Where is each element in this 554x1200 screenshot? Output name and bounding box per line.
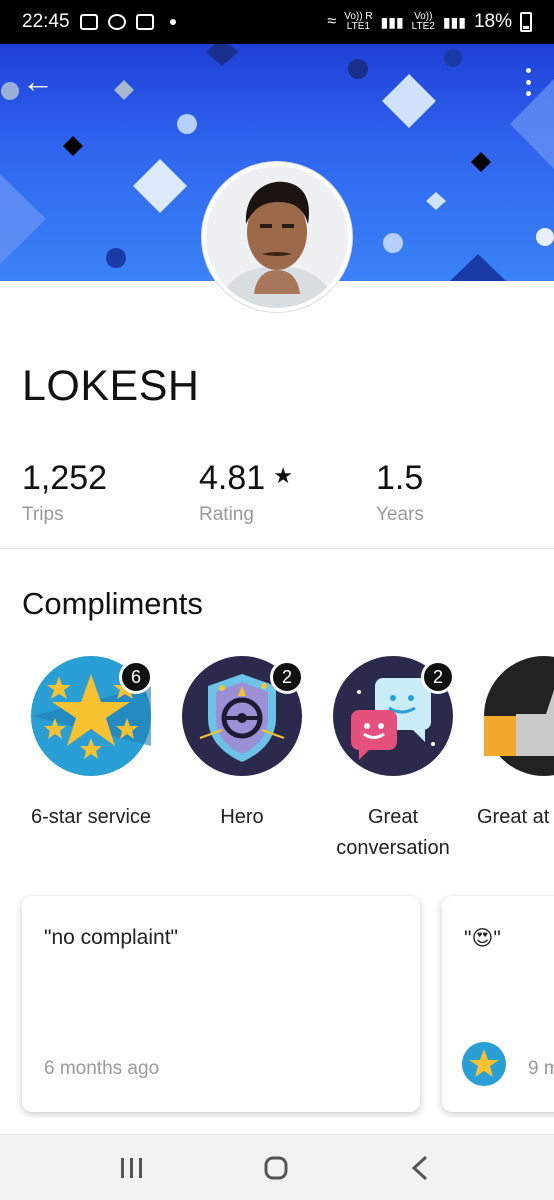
stat-years: 1.5 Years	[376, 458, 424, 526]
recent-apps-icon[interactable]	[112, 1153, 152, 1183]
stat-rating: 4.81 ★ Rating	[199, 458, 293, 526]
trips-label: Trips	[22, 504, 64, 525]
voicemail-icon	[135, 14, 154, 30]
compliment-count-badge: 2	[421, 660, 455, 694]
system-nav-bar	[0, 1134, 554, 1200]
call-icon	[107, 14, 126, 30]
notification-dot-icon	[169, 19, 176, 25]
rating-value: 4.81	[199, 459, 266, 497]
chat-bubbles-icon: 2	[333, 656, 455, 776]
driver-photo-icon	[206, 166, 348, 308]
review-time: 9 m	[528, 1058, 554, 1079]
compliment-count-badge: 2	[270, 660, 304, 694]
gallery-icon	[79, 14, 98, 30]
compliments-title: Compliments	[22, 586, 203, 621]
review-quote: "no complaint"	[44, 926, 178, 949]
rating-label: Rating	[199, 504, 254, 525]
six-star-service-icon: 6	[31, 656, 153, 776]
compliment-great-conversation[interactable]: 2 Great conversation	[318, 656, 468, 864]
compliment-great-at[interactable]: Great at	[469, 656, 554, 833]
stat-trips: 1,252 Trips	[22, 458, 107, 526]
compliment-count-badge: 6	[119, 660, 153, 694]
compliment-hero[interactable]: 2 Hero	[167, 656, 317, 833]
review-quote: "😍"	[464, 927, 501, 950]
status-bar: 22:45 ≈ Vo)) R LTE1 ▮▮▮ Vo)) LTE2 ▮▮▮ 18…	[0, 0, 554, 44]
compliment-label: Hero	[220, 806, 264, 828]
compliment-label: Great at	[477, 806, 550, 828]
review-time: 6 months ago	[44, 1058, 160, 1079]
divider	[0, 548, 554, 549]
reviews-carousel[interactable]: "no complaint" 6 months ago "😍" 9 m	[0, 894, 554, 1118]
signal-2-icon: ▮▮▮	[442, 13, 466, 30]
battery-icon	[520, 12, 532, 32]
battery-percent: 18%	[473, 11, 512, 32]
network-lte1-label: Vo)) R LTE1	[344, 11, 373, 32]
clock: 22:45	[22, 11, 70, 32]
compliment-label: Great conversation	[336, 806, 450, 859]
thumbs-up-icon	[484, 656, 554, 776]
review-card[interactable]: "no complaint" 6 months ago	[22, 896, 420, 1112]
star-icon: ★	[273, 463, 293, 488]
wifi-icon: ≈	[327, 13, 337, 30]
review-card[interactable]: "😍" 9 m	[442, 896, 554, 1112]
back-arrow-icon[interactable]: ←	[22, 64, 56, 98]
driver-name: LOKESH	[22, 362, 200, 410]
six-star-service-icon	[462, 1042, 506, 1086]
avatar	[202, 162, 352, 312]
years-value: 1.5	[376, 459, 424, 497]
trips-value: 1,252	[22, 459, 108, 497]
compliment-six-star-service[interactable]: 6 6-star service	[16, 656, 166, 833]
hero-shield-icon: 2	[182, 656, 304, 776]
network-lte2-label: Vo)) LTE2	[411, 11, 435, 32]
years-label: Years	[376, 504, 424, 525]
home-icon[interactable]	[256, 1153, 296, 1183]
compliments-carousel[interactable]: 6 6-star service 2 Hero 2 Great conversa…	[0, 656, 554, 866]
signal-1-icon: ▮▮▮	[380, 13, 404, 30]
driver-stats: 1,252 Trips 4.81 ★ Rating 1.5 Years	[22, 458, 542, 528]
more-options-icon[interactable]	[522, 68, 534, 96]
back-nav-icon[interactable]	[400, 1153, 440, 1183]
compliment-label: 6-star service	[30, 806, 152, 828]
